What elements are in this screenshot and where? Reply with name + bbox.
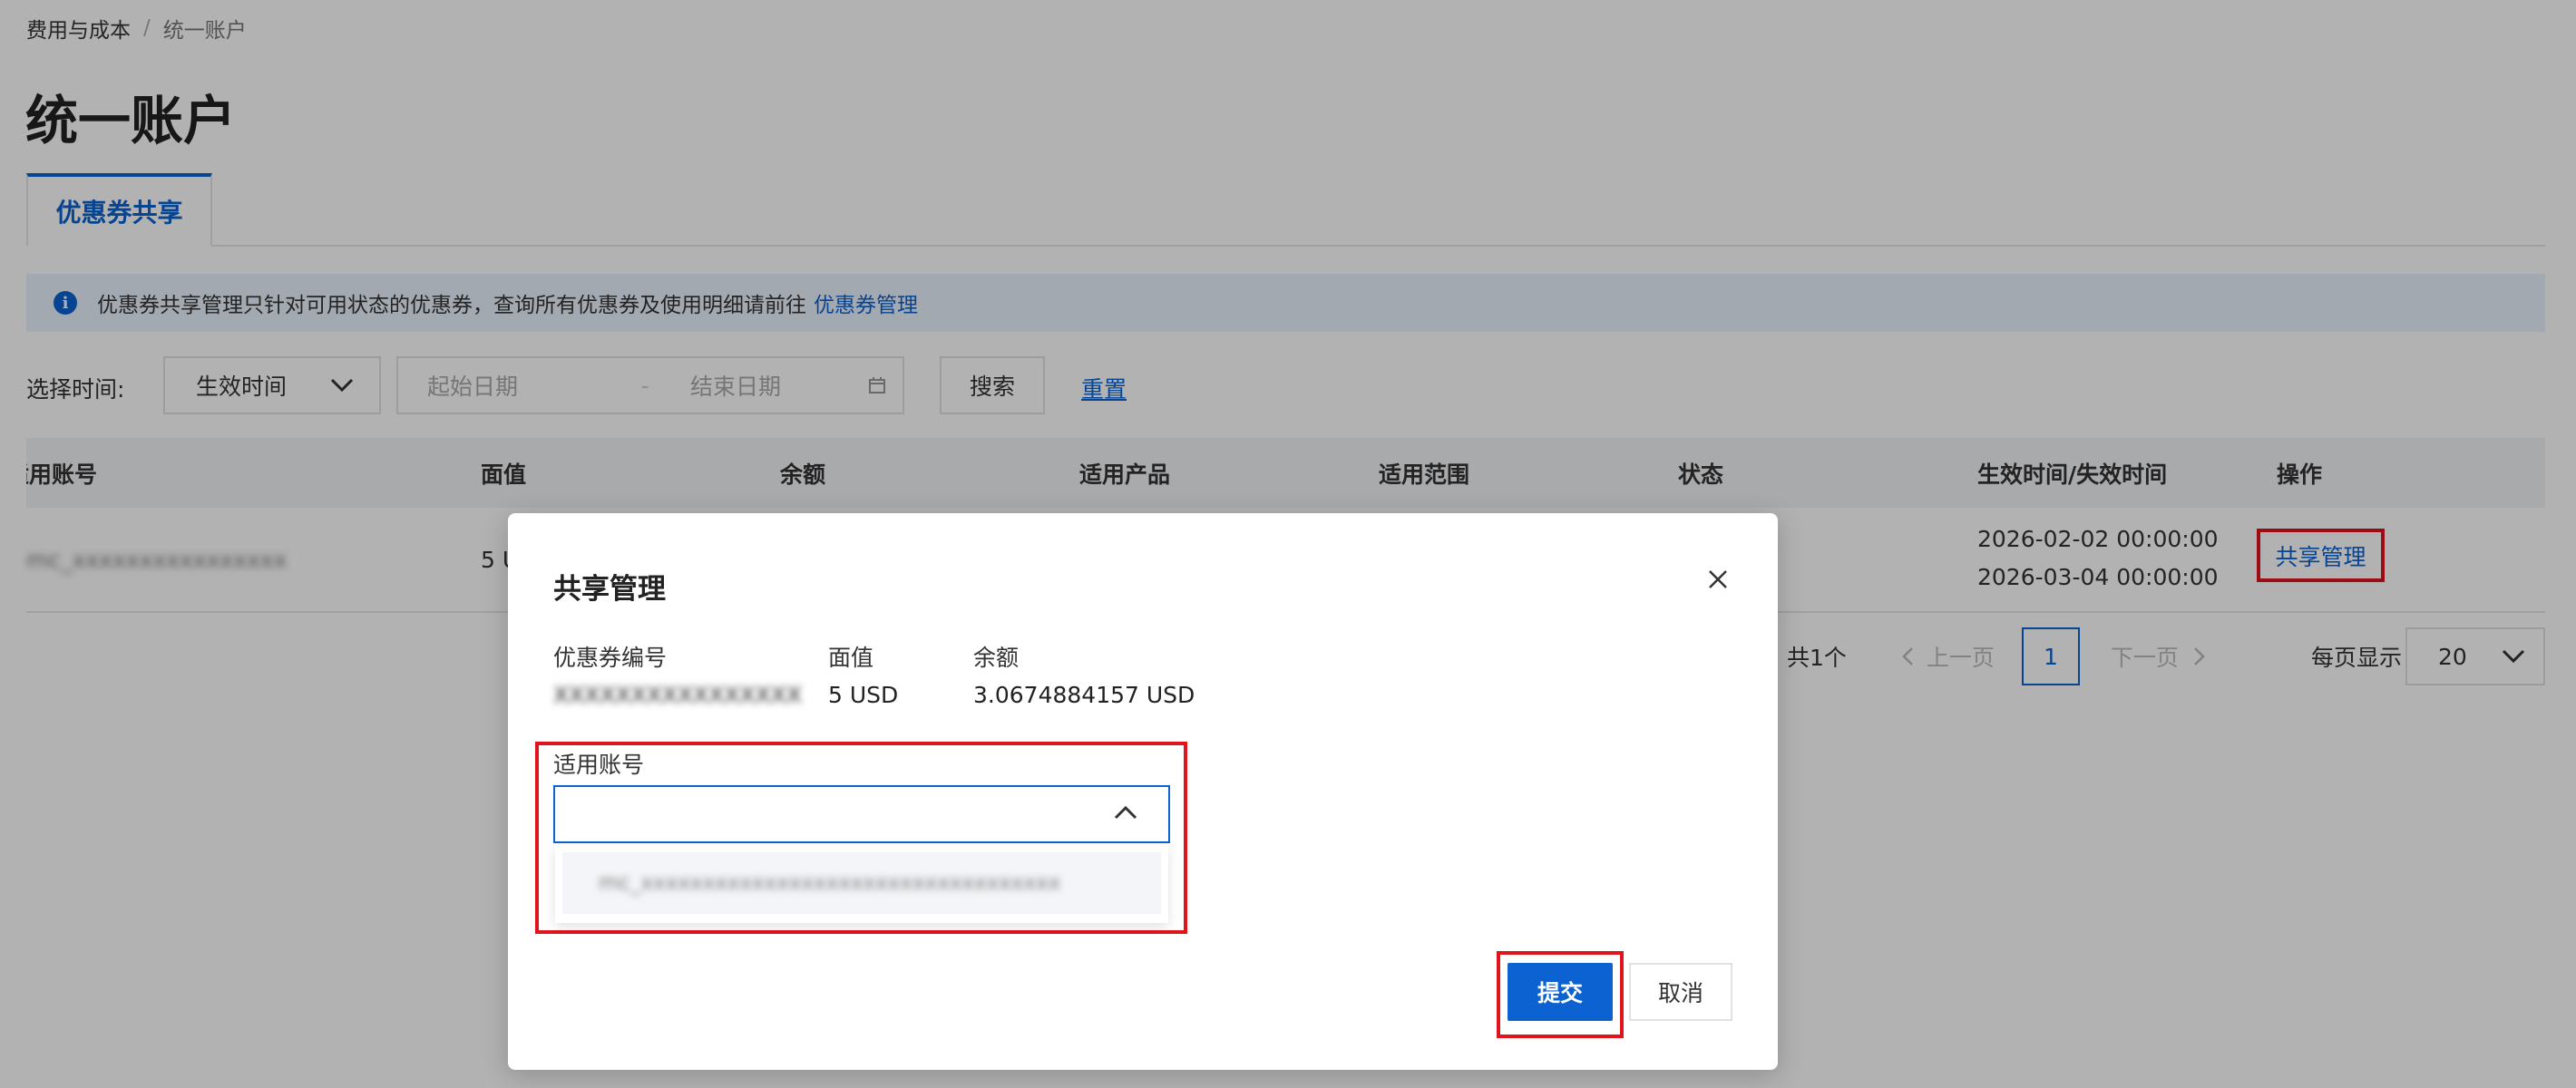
dialog-title: 共享管理 (553, 573, 666, 606)
face-value-label: 面值 (828, 645, 874, 671)
chevron-up-icon (1114, 805, 1137, 820)
coupon-id-value: XXXXXXXXXXXXXXXX (553, 682, 803, 708)
face-value: 5 USD (828, 682, 899, 708)
close-icon[interactable] (1703, 564, 1733, 595)
account-option-label: mc_xxxxxxxxxxxxxxxxxxxxxxxxxxxxxxxxxx (599, 871, 1061, 895)
cancel-button[interactable]: 取消 (1629, 963, 1732, 1021)
account-dropdown: mc_xxxxxxxxxxxxxxxxxxxxxxxxxxxxxxxxxx (555, 845, 1168, 923)
balance-value: 3.0674884157 USD (973, 682, 1195, 708)
account-option[interactable]: mc_xxxxxxxxxxxxxxxxxxxxxxxxxxxxxxxxxx (562, 852, 1161, 914)
coupon-id-label: 优惠券编号 (553, 645, 668, 671)
submit-button[interactable]: 提交 (1508, 963, 1613, 1021)
account-select[interactable] (553, 785, 1170, 843)
account-field-label: 适用账号 (553, 752, 645, 778)
balance-label: 余额 (973, 645, 1020, 671)
share-management-dialog: 共享管理 优惠券编号 面值 余额 XXXXXXXXXXXXXXXX 5 USD … (508, 513, 1778, 1070)
